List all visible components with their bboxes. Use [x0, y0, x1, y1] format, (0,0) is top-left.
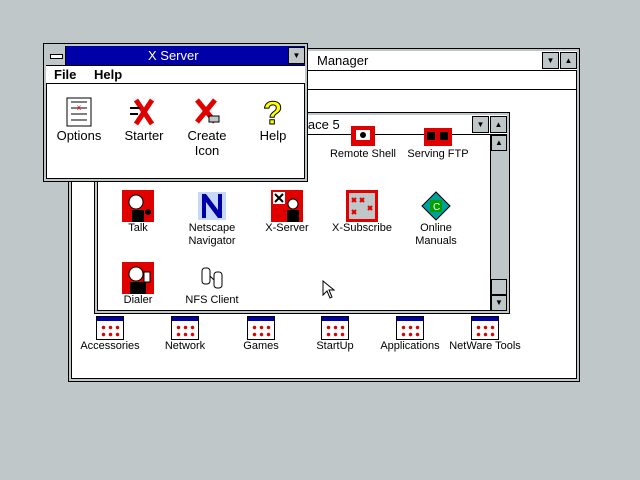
group-icon-accessories[interactable]: Accessories [70, 316, 150, 353]
nfs-client-icon [196, 262, 228, 294]
scroll-up-button[interactable]: ▲ [491, 135, 507, 151]
menu-file[interactable]: File [54, 67, 76, 82]
x-server-title: X Server [148, 48, 199, 63]
svg-text:C: C [433, 202, 440, 213]
manuals-icon: C [420, 190, 452, 222]
group-icon-games[interactable]: Games [221, 316, 301, 353]
serving-ftp-icon [422, 126, 454, 148]
program-manager-title: Manager [317, 53, 369, 68]
dialer-item[interactable]: Dialer [98, 262, 178, 307]
group-icon-netware-tools[interactable]: NetWare Tools [445, 316, 525, 353]
minimize-button[interactable]: ▼ [542, 52, 559, 69]
svg-text:?: ? [263, 96, 283, 128]
dialer-icon [122, 262, 154, 294]
svg-text:x: x [77, 103, 81, 112]
remote-shell-item[interactable]: Remote Shell [323, 126, 403, 161]
talk-icon [122, 190, 154, 222]
serving-ftp-item[interactable]: Serving FTP [398, 126, 478, 161]
group-icon-applications[interactable]: Applications [370, 316, 450, 353]
x-server-menubar: File Help [46, 66, 305, 84]
program-group-icon [471, 316, 499, 340]
scroll-down-button[interactable]: ▼ [491, 295, 507, 311]
group-icon-network[interactable]: Network [145, 316, 225, 353]
maximize-button[interactable]: ▲ [560, 52, 577, 69]
group-icon-startup[interactable]: StartUp [295, 316, 375, 353]
netscape-icon [196, 190, 228, 222]
nfs-client-item[interactable]: NFS Client [172, 262, 252, 307]
program-group-icon [96, 316, 124, 340]
system-menu-button[interactable] [46, 46, 66, 65]
maximize-button[interactable]: ▲ [490, 116, 507, 133]
program-group-icon [396, 316, 424, 340]
talk-item[interactable]: Talk [98, 190, 178, 235]
minimize-button[interactable]: ▼ [288, 47, 305, 64]
x-subscribe-item[interactable]: X-Subscribe [322, 190, 402, 235]
netscape-navigator-item[interactable]: Netscape Navigator [172, 190, 252, 248]
x-subscribe-icon [346, 190, 378, 222]
program-group-icon [321, 316, 349, 340]
create-icon-icon [191, 96, 223, 128]
x-server-icon [271, 190, 303, 222]
x-server-titlebar[interactable]: X Server ▼ [46, 46, 305, 66]
x-server-item[interactable]: X-Server [247, 190, 327, 235]
options-icon: x [63, 96, 95, 128]
scroll-thumb[interactable] [491, 279, 507, 295]
starter-icon [128, 96, 160, 128]
help-button[interactable]: ? Help [233, 95, 313, 144]
help-question-icon: ? [257, 95, 289, 132]
menu-help[interactable]: Help [94, 67, 122, 82]
online-manuals-item[interactable]: C Online Manuals [396, 190, 476, 248]
program-group-icon [247, 316, 275, 340]
vertical-scrollbar[interactable]: ▲ ▼ [490, 135, 507, 311]
remote-shell-icon [347, 126, 379, 148]
program-group-icon [171, 316, 199, 340]
mouse-cursor-icon [322, 279, 336, 303]
